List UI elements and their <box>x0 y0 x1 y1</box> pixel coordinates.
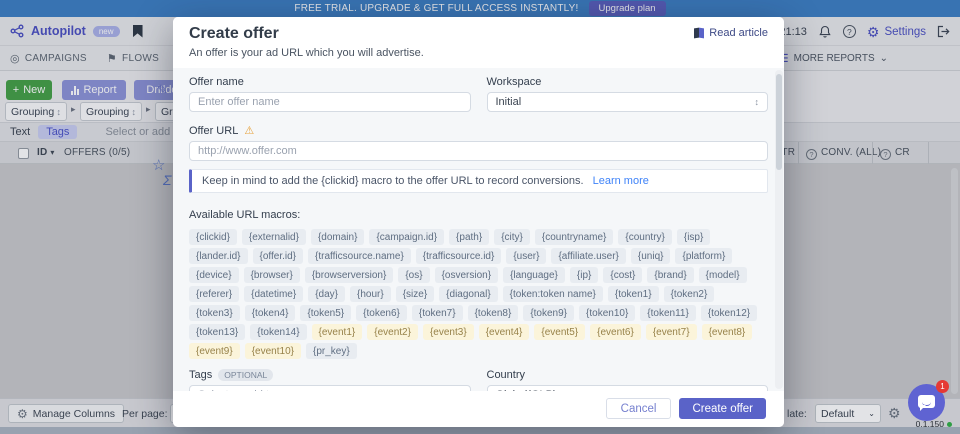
macro-chip[interactable]: {token5} <box>300 305 351 321</box>
macro-chip[interactable]: {trafficsource.id} <box>416 248 502 264</box>
offer-url-label: Offer URL⚠ <box>189 124 768 137</box>
macro-chip[interactable]: {browser} <box>244 267 300 283</box>
macro-chip[interactable]: {token1} <box>608 286 659 302</box>
cancel-button[interactable]: Cancel <box>606 398 672 419</box>
clickid-note-text: Keep in mind to add the {clickid} macro … <box>202 175 584 187</box>
book-icon <box>694 28 704 38</box>
read-article-link[interactable]: Read article <box>694 27 768 39</box>
macro-chip[interactable]: {osversion} <box>435 267 498 283</box>
macro-chip[interactable]: {event8} <box>702 324 753 340</box>
macro-chip[interactable]: {day} <box>308 286 345 302</box>
macro-chip[interactable]: {token2} <box>664 286 715 302</box>
macro-chip[interactable]: {referer} <box>189 286 239 302</box>
offer-url-input[interactable] <box>189 141 768 161</box>
workspace-value: Initial <box>496 96 522 108</box>
macro-chip[interactable]: {language} <box>503 267 565 283</box>
modal-title: Create offer <box>189 25 768 43</box>
workspace-select[interactable]: Initial ↕ <box>487 92 769 112</box>
macro-chip[interactable]: {event3} <box>423 324 474 340</box>
macro-chip[interactable]: {diagonal} <box>439 286 498 302</box>
macro-chip[interactable]: {token11} <box>640 305 696 321</box>
macro-chip[interactable]: {event10} <box>245 343 301 359</box>
macro-chip[interactable]: {affiliate.user} <box>551 248 625 264</box>
macro-chip[interactable]: {ip} <box>570 267 598 283</box>
modal-header: Create offer An offer is your ad URL whi… <box>173 17 784 68</box>
macro-chip[interactable]: {hour} <box>350 286 391 302</box>
country-select[interactable]: Global(GLB) ↕ <box>487 385 769 391</box>
macro-chip[interactable]: {token:token name} <box>503 286 603 302</box>
modal-scrollbar-thumb[interactable] <box>776 74 782 170</box>
macro-chip[interactable]: {token3} <box>189 305 240 321</box>
macro-chip[interactable]: {countryname} <box>535 229 614 245</box>
macro-chip[interactable]: {city} <box>494 229 530 245</box>
updown-icon: ↕ <box>755 390 760 391</box>
macro-chip[interactable]: {domain} <box>311 229 364 245</box>
macro-chip[interactable]: {event9} <box>189 343 240 359</box>
macro-chip[interactable]: {event7} <box>646 324 697 340</box>
macro-chip[interactable]: {datetime} <box>244 286 303 302</box>
create-offer-modal: Create offer An offer is your ad URL whi… <box>173 17 784 427</box>
macro-chip[interactable]: {device} <box>189 267 239 283</box>
macro-chip[interactable]: {user} <box>506 248 546 264</box>
macro-chip[interactable]: {externalid} <box>242 229 306 245</box>
macro-chip[interactable]: {offer.id} <box>253 248 304 264</box>
macro-chip[interactable]: {lander.id} <box>189 248 248 264</box>
macro-chip[interactable]: {token13} <box>189 324 245 340</box>
macro-chip[interactable]: {token12} <box>701 305 757 321</box>
macros-list: {clickid} {externalid} {domain} {campaign.i… <box>189 229 768 359</box>
updown-icon: ↕ <box>755 97 760 107</box>
modal-scrollbar-track[interactable] <box>775 70 783 389</box>
tags-label: TagsOPTIONAL <box>189 369 471 381</box>
macro-chip[interactable]: {model} <box>699 267 747 283</box>
offer-name-input[interactable] <box>189 92 471 112</box>
macro-chip[interactable]: {event2} <box>367 324 418 340</box>
macro-chip[interactable]: {os} <box>398 267 429 283</box>
macro-chip[interactable]: {event6} <box>590 324 641 340</box>
macro-chip[interactable]: {token10} <box>579 305 635 321</box>
macro-chip[interactable]: {path} <box>449 229 489 245</box>
macro-chip[interactable]: {browserversion} <box>305 267 393 283</box>
tags-input[interactable] <box>189 385 471 391</box>
macro-chip[interactable]: {token4} <box>245 305 296 321</box>
modal-footer: Cancel Create offer <box>173 391 784 427</box>
macro-chip[interactable]: {cost} <box>603 267 642 283</box>
macro-chip[interactable]: {isp} <box>677 229 710 245</box>
macro-chip[interactable]: {event4} <box>479 324 530 340</box>
create-offer-button[interactable]: Create offer <box>679 398 766 419</box>
macro-chip[interactable]: {clickid} <box>189 229 237 245</box>
macro-chip[interactable]: {token7} <box>412 305 463 321</box>
warning-icon: ⚠ <box>244 125 254 137</box>
macro-chip[interactable]: {campaign.id} <box>369 229 444 245</box>
macro-chip[interactable]: {size} <box>396 286 434 302</box>
country-value: Global(GLB) <box>496 389 557 391</box>
macro-chip[interactable]: {uniq} <box>631 248 671 264</box>
macro-chip[interactable]: {trafficsource.name} <box>308 248 411 264</box>
macros-label: Available URL macros: <box>189 209 300 221</box>
clickid-note: Keep in mind to add the {clickid} macro … <box>189 169 768 193</box>
modal-body: Offer name Workspace Initial ↕ Offer URL… <box>173 68 784 391</box>
macro-chip[interactable]: {token14} <box>250 324 306 340</box>
read-article-label: Read article <box>709 27 768 39</box>
macro-chip[interactable]: {brand} <box>647 267 693 283</box>
macro-chip[interactable]: {token8} <box>468 305 519 321</box>
macro-chip[interactable]: {token9} <box>523 305 574 321</box>
learn-more-link[interactable]: Learn more <box>593 175 649 187</box>
macro-chip[interactable]: {country} <box>618 229 671 245</box>
chat-widget-button[interactable] <box>908 384 945 421</box>
macro-chip[interactable]: {event5} <box>534 324 585 340</box>
optional-badge: OPTIONAL <box>218 369 273 381</box>
macro-chip[interactable]: {token6} <box>356 305 407 321</box>
chat-bubble-icon <box>918 395 935 408</box>
macro-chip[interactable]: {platform} <box>675 248 732 264</box>
workspace-label: Workspace <box>487 76 769 88</box>
macro-chip[interactable]: {event1} <box>312 324 363 340</box>
offer-name-label: Offer name <box>189 76 471 88</box>
modal-subtitle: An offer is your ad URL which you will a… <box>189 47 768 59</box>
macro-chip[interactable]: {pr_key} <box>306 343 357 359</box>
country-label: Country <box>487 369 769 381</box>
